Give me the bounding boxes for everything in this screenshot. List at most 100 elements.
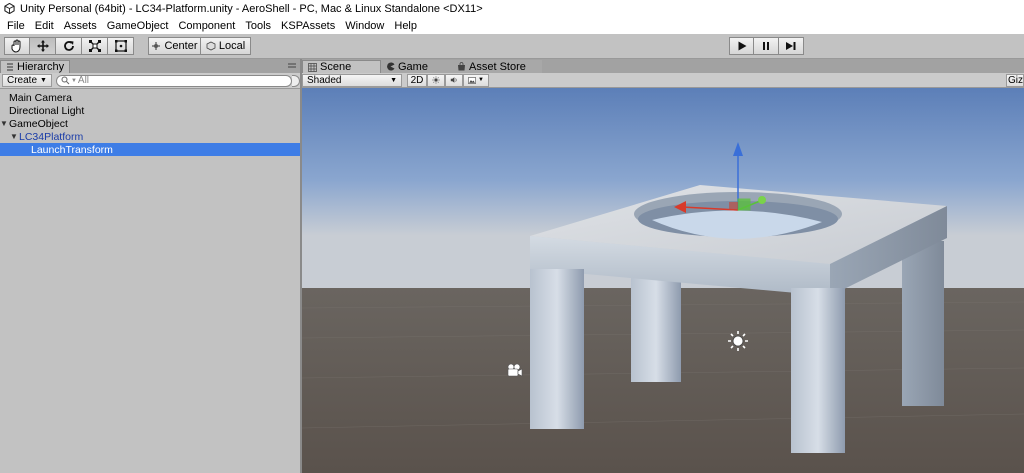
sun-icon [432,76,440,84]
pause-button[interactable] [754,37,779,55]
pause-icon [763,42,769,50]
scene-toolbar: Shaded ▼ 2D ▼ Gizm [302,73,1024,88]
hierarchy-tabstrip: Hierarchy [0,59,300,73]
menu-component[interactable]: Component [173,20,240,32]
hand-tool-button[interactable] [4,37,30,55]
menu-window[interactable]: Window [340,20,389,32]
transform-tools [4,37,134,55]
create-label: Create [7,75,38,86]
pivot-toggles: Center Local [148,37,251,55]
image-effects-icon [468,76,476,84]
directional-light-icon[interactable] [728,331,748,351]
tab-hierarchy-label: Hierarchy [17,61,65,73]
create-dropdown[interactable]: Create ▼ [2,74,52,87]
tab-game-label: Game [398,60,428,73]
tab-asset-store[interactable]: Asset Store [452,60,542,73]
hierarchy-icon [7,63,13,71]
menu-bar: File Edit Assets GameObject Component To… [0,17,1024,34]
center-pivot-icon [152,42,161,50]
gizmo-plane-handle[interactable] [729,202,738,210]
gizmos-dropdown[interactable]: Gizm [1006,74,1024,87]
pivot-center-label: Center [164,40,198,52]
main-toolbar: Center Local [0,34,1024,59]
play-icon [738,41,746,51]
gizmos-label: Gizm [1008,75,1023,86]
move-arrows-icon [36,40,49,52]
menu-assets[interactable]: Assets [59,20,102,32]
menu-file[interactable]: File [2,20,30,32]
tree-item-main-camera[interactable]: Main Camera [0,91,300,104]
hierarchy-tree: Main Camera Directional Light ▼ GameObje… [0,89,300,156]
unity-logo-icon [4,3,15,14]
expand-arrow-icon[interactable]: ▼ [0,119,9,128]
tree-item-label: LaunchTransform [31,143,113,156]
tree-item-gameobject[interactable]: ▼ GameObject [0,117,300,130]
move-tool-button[interactable] [30,37,56,55]
shading-mode-label: Shaded [307,74,342,86]
gizmo-z-handle[interactable] [758,196,766,204]
dropdown-arrow-icon: ▼ [478,77,484,83]
dropdown-arrow-icon: ▼ [390,76,397,84]
speaker-icon [450,77,457,83]
step-button[interactable] [779,37,804,55]
menu-kspassets[interactable]: KSPAssets [276,20,340,32]
hand-icon [11,39,21,53]
tab-scene[interactable]: Scene [302,60,381,73]
rotate-icon [63,41,74,51]
toggle-2d-button[interactable]: 2D [407,73,427,87]
rect-tool-button[interactable] [108,37,134,55]
scene-lighting-toggle[interactable] [427,73,445,87]
shading-mode-dropdown[interactable]: Shaded ▼ [302,73,402,87]
pivot-local-label: Local [218,40,246,52]
toggle-2d-label: 2D [410,74,424,86]
tree-item-directional-light[interactable]: Directional Light [0,104,300,117]
scale-icon [88,40,101,52]
menu-gameobject[interactable]: GameObject [102,20,174,32]
scene-panel: Scene Game Asset Store Shaded ▼ 2D ▼ Giz [302,59,1024,473]
scene-3d-view[interactable] [302,88,1024,473]
scene-viewport[interactable] [302,88,1024,473]
camera-icon[interactable] [507,363,523,377]
play-button[interactable] [729,37,754,55]
title-bar: Unity Personal (64bit) - LC34-Platform.u… [0,0,1024,17]
menu-edit[interactable]: Edit [30,20,59,32]
scene-effects-dropdown[interactable]: ▼ [463,73,489,87]
window-title: Unity Personal (64bit) - LC34-Platform.u… [20,2,483,15]
step-icon [786,42,796,50]
search-icon [61,76,70,85]
store-bag-icon [458,62,465,71]
tree-item-label: Directional Light [9,104,85,117]
hierarchy-toolbar: Create ▼ ▼ All [0,73,300,89]
gizmo-plane-handle[interactable] [737,198,751,211]
panel-menu-icon[interactable] [287,61,297,71]
search-clear-button[interactable] [292,74,300,87]
pivot-local-button[interactable]: Local [201,37,251,55]
local-space-icon [206,41,216,51]
scale-tool-button[interactable] [82,37,108,55]
tab-asset-store-label: Asset Store [469,60,526,73]
playback-controls [729,37,804,55]
tab-scene-label: Scene [320,61,352,73]
tree-item-lc34platform[interactable]: ▼ LC34Platform [0,130,300,143]
rotate-tool-button[interactable] [56,37,82,55]
pivot-center-button[interactable]: Center [148,37,201,55]
search-placeholder: All [77,75,90,86]
hierarchy-search-input[interactable]: ▼ All [55,74,293,87]
tree-item-label: LC34Platform [19,130,84,143]
tree-item-label: Main Camera [9,91,73,104]
expand-arrow-icon[interactable]: ▼ [10,132,19,141]
tree-item-launchtransform[interactable]: LaunchTransform [0,143,300,156]
menu-tools[interactable]: Tools [240,20,276,32]
tree-item-label: GameObject [9,117,68,130]
pacman-icon [387,62,395,71]
rect-transform-icon [114,40,127,52]
dropdown-arrow-icon: ▼ [40,77,47,84]
hierarchy-panel: Hierarchy Create ▼ ▼ All Main Camera Dir… [0,59,300,473]
tab-game[interactable]: Game [381,60,452,73]
scene-audio-toggle[interactable] [445,73,463,87]
menu-help[interactable]: Help [389,20,422,32]
scene-grid-icon [308,62,317,72]
tab-hierarchy[interactable]: Hierarchy [0,60,71,73]
search-dropdown-icon: ▼ [70,77,77,84]
scene-tabstrip: Scene Game Asset Store [302,59,1024,73]
